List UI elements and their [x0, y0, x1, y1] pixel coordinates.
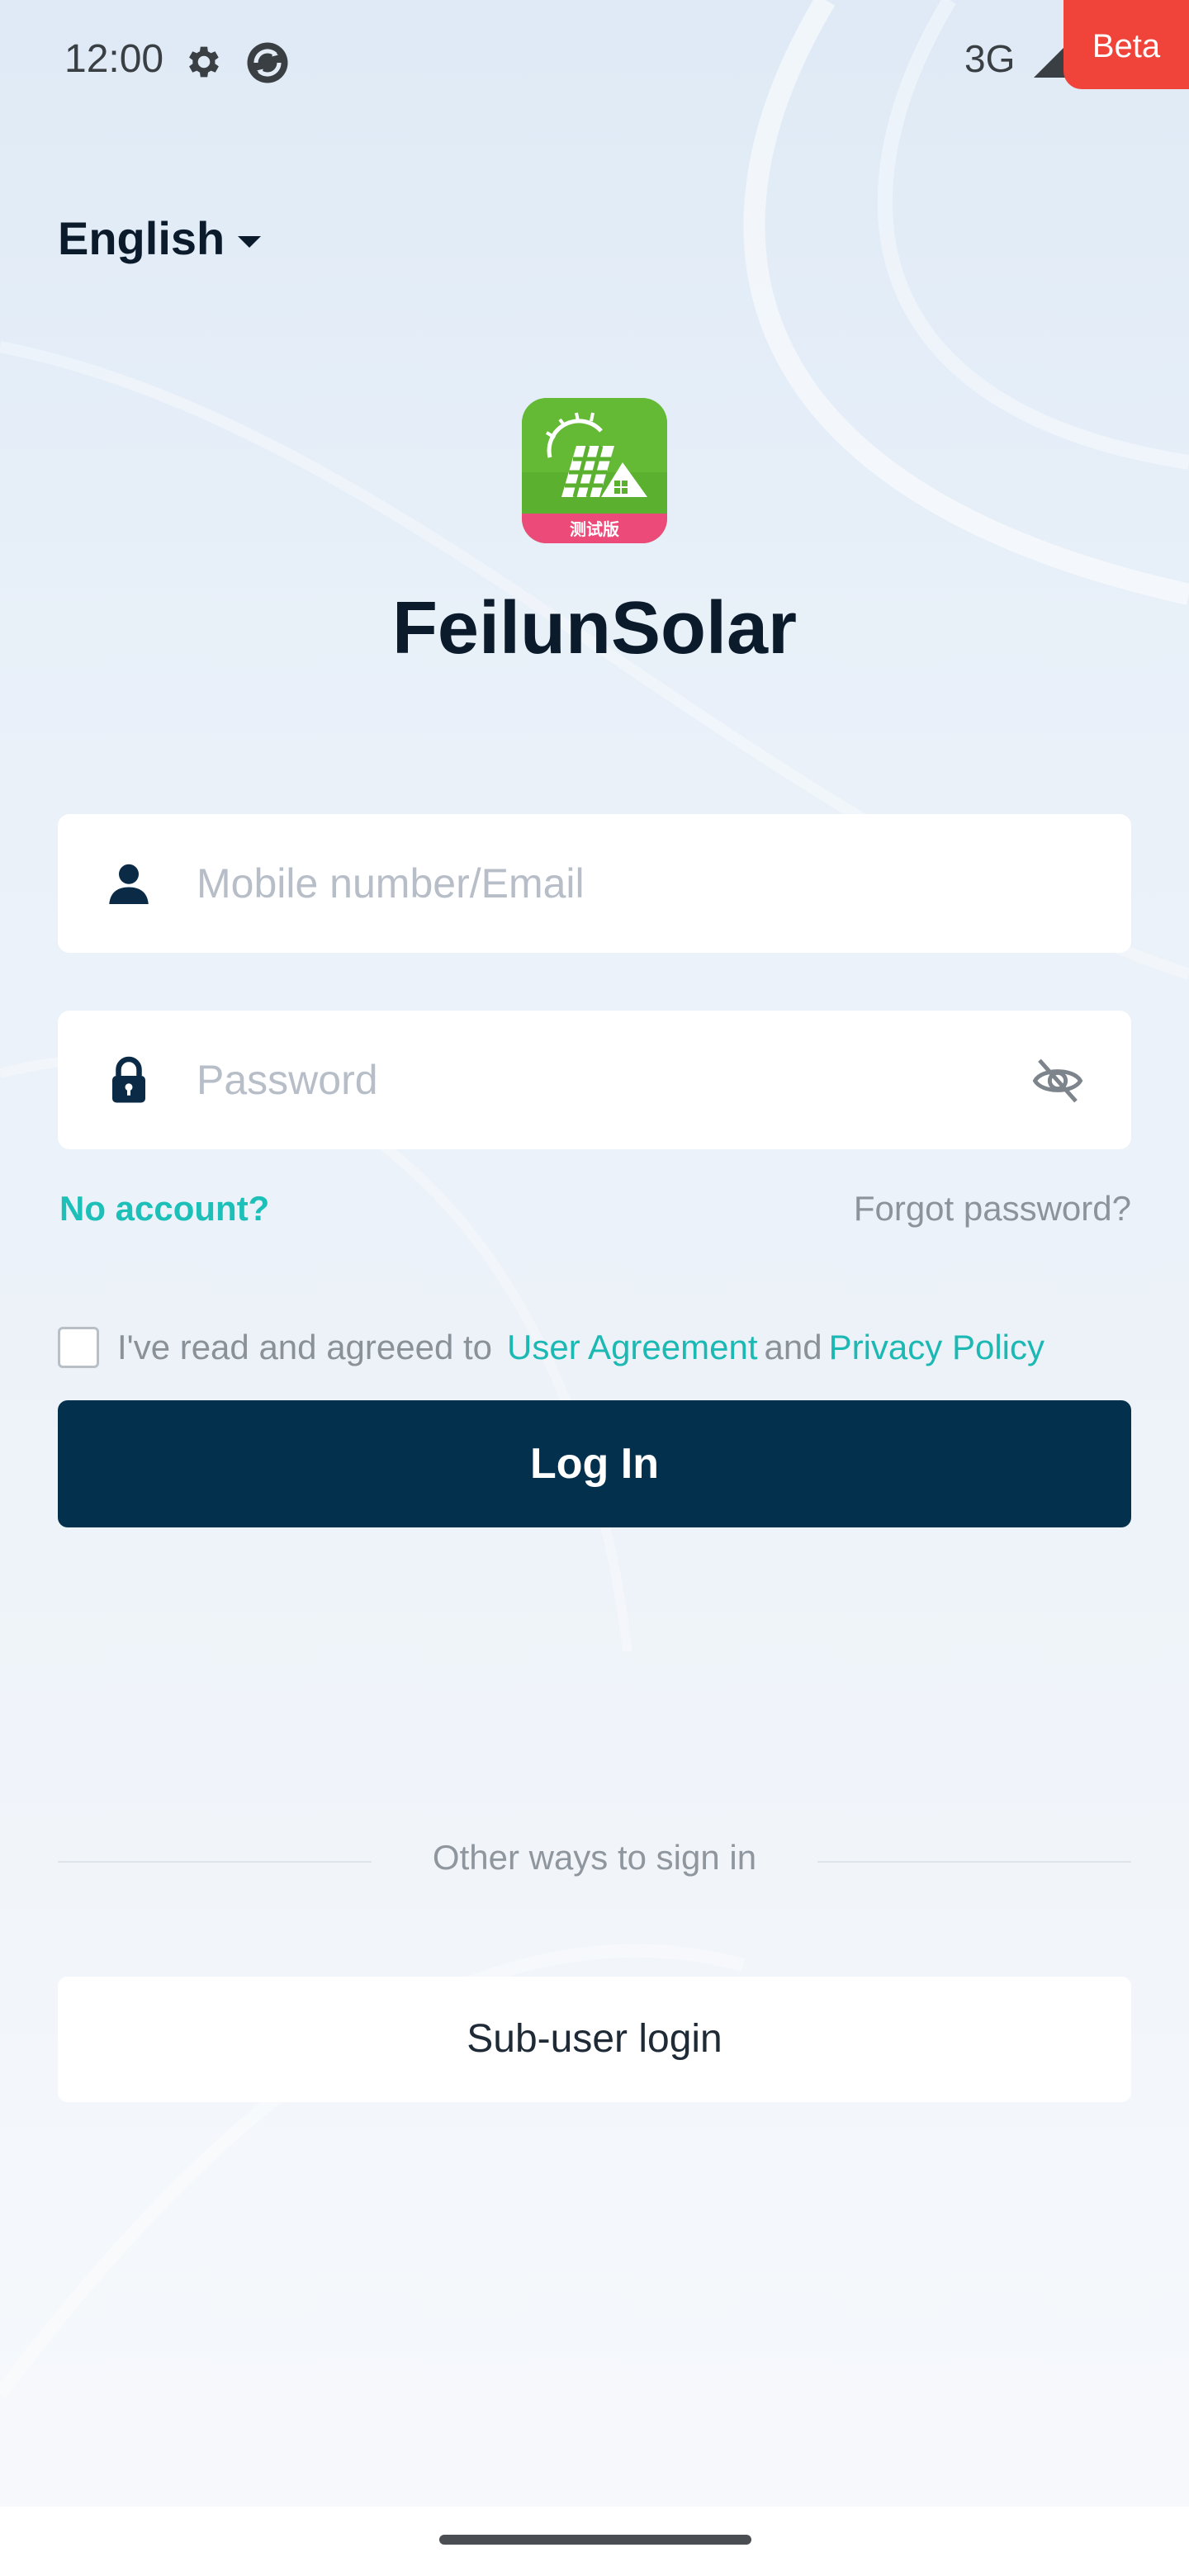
background-decoration — [0, 0, 1189, 2576]
other-signin-divider: Other ways to sign in — [58, 1838, 1131, 1884]
privacy-policy-link[interactable]: Privacy Policy — [829, 1328, 1045, 1367]
app-title: FeilunSolar — [391, 587, 798, 670]
divider-line-right — [817, 1861, 1131, 1863]
eye-off-icon[interactable] — [1030, 1054, 1085, 1108]
other-signin-label: Other ways to sign in — [432, 1838, 757, 1877]
language-selector[interactable]: English — [58, 211, 262, 265]
agreement-row: I've read and agreeed to User Agreement … — [58, 1326, 1045, 1369]
network-type: 3G — [964, 37, 1016, 80]
password-input[interactable] — [197, 1011, 1022, 1149]
subuser-login-button[interactable]: Sub-user login — [58, 1977, 1131, 2102]
gear-icon — [189, 46, 219, 78]
user-agreement-link[interactable]: User Agreement — [507, 1328, 757, 1367]
password-field[interactable] — [58, 1011, 1131, 1149]
username-field[interactable] — [58, 814, 1131, 953]
no-account-link[interactable]: No account? — [59, 1189, 269, 1229]
app-logo: 测试版 — [522, 398, 667, 543]
username-input[interactable] — [197, 814, 1022, 953]
beta-badge: Beta — [1063, 0, 1189, 89]
forgot-password-link[interactable]: Forgot password? — [854, 1189, 1131, 1229]
login-button[interactable]: Log In — [58, 1400, 1131, 1527]
language-label: English — [58, 212, 225, 264]
user-icon — [109, 864, 149, 904]
agreement-text: I've read and agreeed to — [117, 1328, 493, 1366]
logo-badge-text: 测试版 — [570, 519, 619, 539]
status-bar: 12:00 3G — [0, 0, 1189, 124]
lock-icon — [112, 1056, 145, 1103]
agreement-checkbox[interactable] — [58, 1327, 99, 1368]
sync-icon — [247, 42, 288, 83]
caret-down-icon — [238, 235, 262, 248]
status-time: 12:00 — [64, 37, 164, 81]
account-links-row: No account? Forgot password? — [59, 1189, 1131, 1238]
agreement-and-text: and — [764, 1328, 822, 1366]
home-indicator[interactable] — [439, 2535, 751, 2545]
